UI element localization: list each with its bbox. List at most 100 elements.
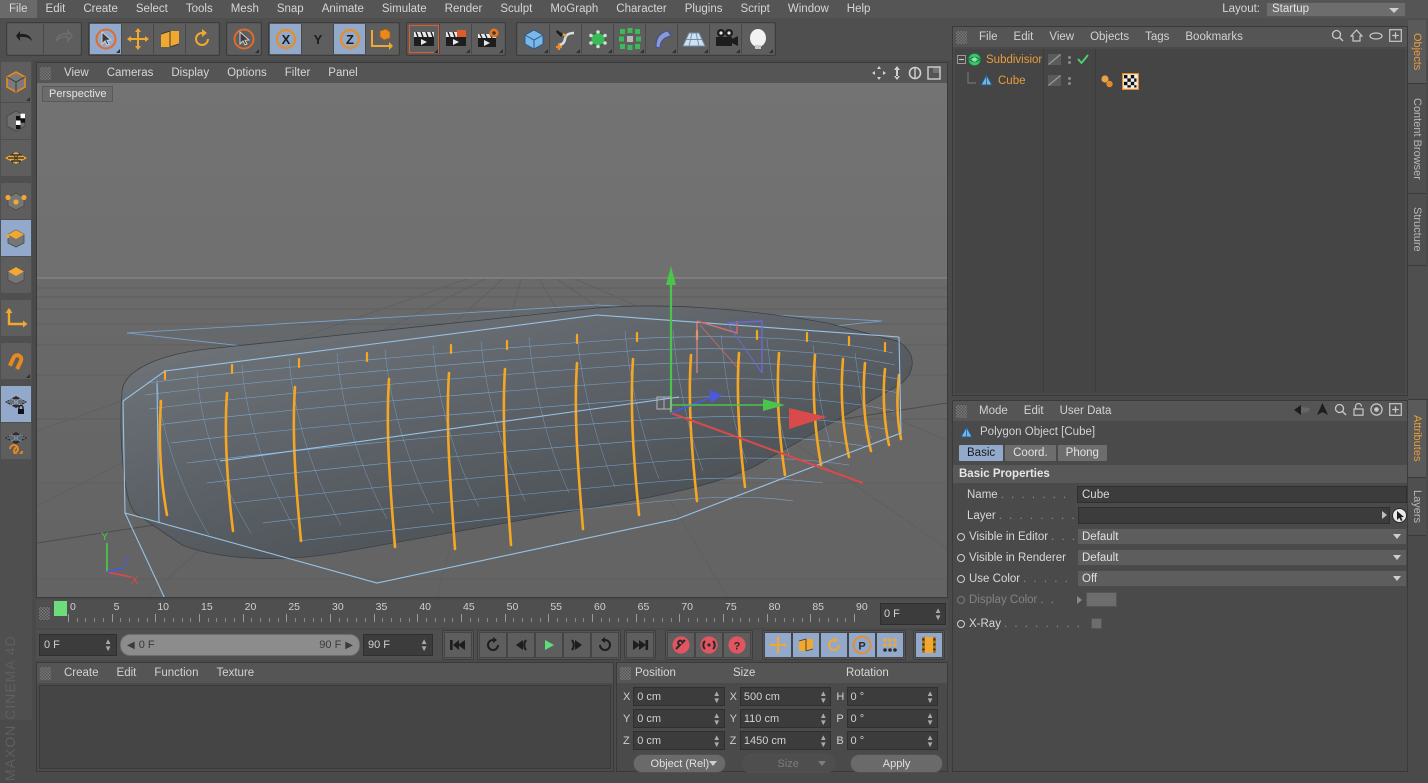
- move-icon[interactable]: [122, 24, 154, 54]
- panel-gripper-icon[interactable]: [620, 666, 631, 680]
- apply-button[interactable]: Apply: [850, 754, 944, 773]
- viewport-menu-panel[interactable]: Panel: [319, 63, 366, 83]
- object-menu-objects[interactable]: Objects: [1082, 27, 1137, 47]
- menu-item-mesh[interactable]: Mesh: [222, 0, 268, 18]
- object-menu-bookmarks[interactable]: Bookmarks: [1177, 27, 1251, 47]
- vtab-layers[interactable]: Layers: [1408, 478, 1426, 536]
- stepper-icon[interactable]: ▲ ▼: [934, 607, 942, 622]
- render-view-icon[interactable]: [408, 24, 440, 54]
- stepper-icon[interactable]: ▲ ▼: [420, 638, 428, 653]
- visibility-toggle-icon[interactable]: [1047, 74, 1062, 87]
- frame-end-field[interactable]: 90 F ▲ ▼: [363, 634, 433, 656]
- spline-pen-icon[interactable]: [550, 24, 582, 54]
- point-mode-icon[interactable]: [1, 183, 31, 219]
- timeline-gripper-icon[interactable]: [39, 607, 50, 620]
- layout-dropdown[interactable]: Startup: [1266, 1, 1406, 17]
- live-selection-icon[interactable]: [90, 24, 122, 54]
- tab-basic[interactable]: Basic: [959, 445, 1004, 461]
- menu-item-window[interactable]: Window: [779, 0, 838, 18]
- menu-item-help[interactable]: Help: [838, 0, 880, 18]
- radio-icon[interactable]: [957, 574, 965, 583]
- scale-key-icon[interactable]: [792, 632, 820, 658]
- position-z-field[interactable]: 0 cm ▲ ▼: [633, 731, 725, 750]
- stepper-icon[interactable]: ▲ ▼: [926, 689, 934, 704]
- panel-gripper-icon[interactable]: [40, 666, 51, 680]
- panel-gripper-icon[interactable]: [956, 404, 967, 418]
- position-x-field[interactable]: 0 cm ▲ ▼: [633, 687, 725, 706]
- scale-icon[interactable]: [154, 24, 186, 54]
- workplane-icon[interactable]: [1, 423, 31, 459]
- panel-gripper-icon[interactable]: [956, 30, 967, 44]
- lock-workplane-icon[interactable]: [1, 386, 31, 422]
- rotation-key-icon[interactable]: [820, 632, 848, 658]
- tab-coord[interactable]: Coord.: [1005, 445, 1056, 461]
- enable-snapping-icon[interactable]: [1, 343, 31, 379]
- menu-item-file[interactable]: File: [0, 0, 37, 18]
- menu-item-simulate[interactable]: Simulate: [373, 0, 436, 18]
- size-x-field[interactable]: 500 cm ▲ ▼: [739, 687, 832, 706]
- use-color-dropdown[interactable]: Off: [1077, 570, 1407, 587]
- menu-item-create[interactable]: Create: [74, 0, 127, 18]
- attr-menu-user-data[interactable]: User Data: [1052, 401, 1120, 421]
- parameter-key-icon[interactable]: P: [848, 632, 876, 658]
- range-left-arrow-icon[interactable]: ◀: [127, 640, 135, 651]
- enabled-check-icon[interactable]: [1077, 54, 1089, 65]
- attr-menu-edit[interactable]: Edit: [1016, 401, 1052, 421]
- stepper-icon[interactable]: ▲ ▼: [926, 733, 934, 748]
- back-icon[interactable]: [1294, 404, 1311, 416]
- menu-item-sculpt[interactable]: Sculpt: [491, 0, 541, 18]
- target-icon[interactable]: [1370, 403, 1383, 416]
- step-back-icon[interactable]: [507, 632, 535, 658]
- radio-icon[interactable]: [957, 532, 965, 541]
- vtab-objects[interactable]: Objects: [1408, 20, 1426, 84]
- axis-y-icon[interactable]: Y: [302, 24, 334, 54]
- object-row-subdivision[interactable]: Subdivision: [955, 49, 1405, 70]
- current-frame-field[interactable]: 0 F ▲ ▼: [880, 603, 946, 625]
- menu-item-tools[interactable]: Tools: [177, 0, 222, 18]
- mograph-array-icon[interactable]: [614, 24, 646, 54]
- timeline-icon[interactable]: [915, 632, 943, 658]
- visibility-dots-icon[interactable]: [1068, 76, 1071, 85]
- position-y-field[interactable]: 0 cm ▲ ▼: [633, 709, 725, 728]
- prev-keyframe-icon[interactable]: [479, 632, 507, 658]
- coord-size-dropdown[interactable]: Size: [741, 754, 835, 773]
- point-level-anim-icon[interactable]: [876, 632, 904, 658]
- vtab-content-browser[interactable]: Content Browser: [1408, 84, 1426, 194]
- search-icon[interactable]: [1334, 403, 1347, 416]
- rotation-h-field[interactable]: 0 ° ▲ ▼: [846, 687, 939, 706]
- menu-item-snap[interactable]: Snap: [268, 0, 313, 18]
- render-settings-icon[interactable]: [472, 24, 504, 54]
- lock-icon[interactable]: [1353, 403, 1364, 416]
- coord-mode-dropdown[interactable]: Object (Rel): [633, 754, 727, 773]
- attr-menu-mode[interactable]: Mode: [971, 401, 1016, 421]
- vtab-structure[interactable]: Structure: [1408, 194, 1426, 266]
- object-row-cube[interactable]: Cube: [955, 70, 1405, 91]
- rotation-b-field[interactable]: 0 ° ▲ ▼: [846, 731, 939, 750]
- go-to-start-icon[interactable]: [444, 632, 472, 658]
- viewport-menu-options[interactable]: Options: [218, 63, 276, 83]
- material-menu-function[interactable]: Function: [145, 663, 207, 683]
- step-forward-icon[interactable]: [563, 632, 591, 658]
- next-keyframe-icon[interactable]: [591, 632, 619, 658]
- scene-floor-icon[interactable]: [678, 24, 710, 54]
- rotation-p-field[interactable]: 0 ° ▲ ▼: [846, 709, 939, 728]
- menu-item-animate[interactable]: Animate: [313, 0, 373, 18]
- position-key-icon[interactable]: [764, 632, 792, 658]
- eye-icon[interactable]: [1369, 31, 1383, 41]
- phong-tag-icon[interactable]: [1099, 74, 1116, 89]
- layer-picker-icon[interactable]: [1392, 508, 1407, 523]
- light-icon[interactable]: [742, 24, 774, 54]
- chevron-right-icon[interactable]: [1382, 511, 1387, 519]
- visible-in-renderer-dropdown[interactable]: Default: [1077, 549, 1407, 566]
- go-to-end-icon[interactable]: [626, 632, 654, 658]
- viewport-menu-display[interactable]: Display: [162, 63, 218, 83]
- layer-input[interactable]: [1078, 507, 1390, 524]
- object-menu-view[interactable]: View: [1041, 27, 1082, 47]
- viewport-solo-icon[interactable]: [1, 140, 31, 176]
- search-icon[interactable]: [1331, 29, 1344, 42]
- texture-axis-icon[interactable]: [1, 103, 31, 139]
- world-object-axis-icon[interactable]: [366, 24, 398, 54]
- visible-in-editor-dropdown[interactable]: Default: [1077, 528, 1407, 545]
- selection-tool-icon[interactable]: [228, 24, 260, 54]
- radio-icon[interactable]: [957, 553, 965, 562]
